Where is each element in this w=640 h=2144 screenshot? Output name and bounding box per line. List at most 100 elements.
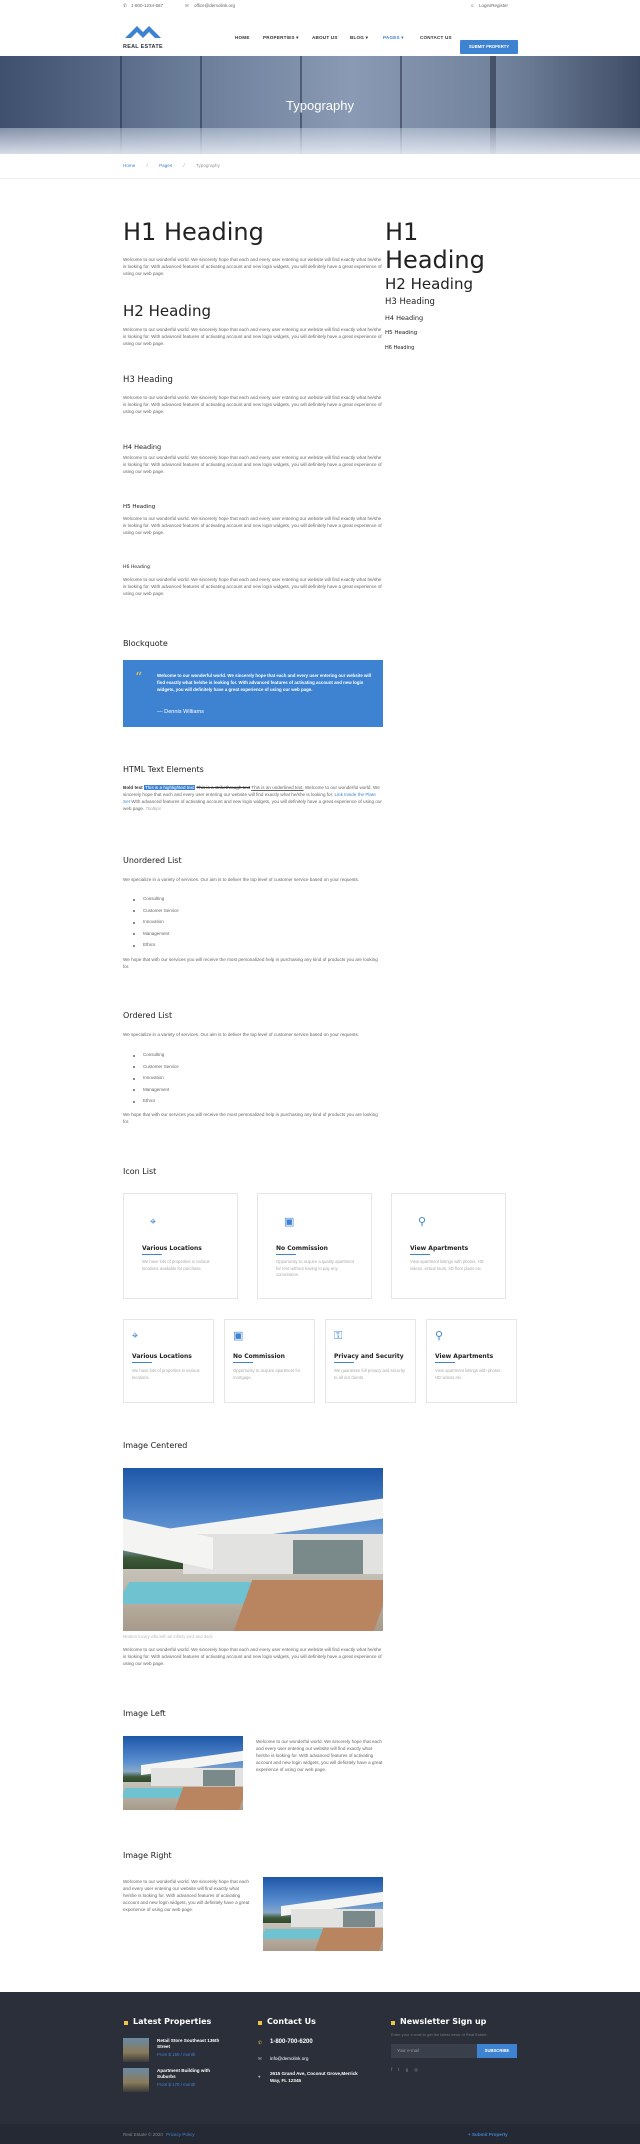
property-name[interactable]: Retail Store Southeast 136th Street xyxy=(157,2038,222,2050)
icon-card[interactable]: ▣ No Commission Opportunity to acquire a… xyxy=(257,1193,372,1299)
instagram-icon[interactable]: ◎ xyxy=(414,2067,424,2072)
card-title: Various Locations xyxy=(142,1245,202,1252)
nav-pages[interactable]: PAGES ▾ xyxy=(383,34,404,41)
quote-text: Welcome to our wonderful world. We since… xyxy=(157,673,372,692)
nav-about[interactable]: ABOUT US xyxy=(312,34,338,41)
newsletter-text: Enter your e-mail to get the latest news… xyxy=(391,2032,488,2037)
search-icon: ⚲ xyxy=(435,1330,444,1342)
newsletter-email-input[interactable]: Your e-mail xyxy=(391,2044,477,2058)
social-icons: ftg◎ xyxy=(391,2066,424,2073)
paragraph: Welcome to our wonderful world. We since… xyxy=(256,1739,383,1772)
map-pin-icon: ⌖ xyxy=(132,1330,139,1342)
page-title: Typography xyxy=(286,98,354,113)
property-thumb[interactable] xyxy=(123,2038,149,2062)
paragraph: Welcome to our wonderful world. We since… xyxy=(123,455,382,474)
icon-card[interactable]: ▣ No Commission Opportunity to acquire a… xyxy=(224,1319,315,1403)
chevron-down-icon: ▾ xyxy=(365,35,369,40)
chevron-down-icon: ▾ xyxy=(296,35,299,40)
list-item: Ethics xyxy=(133,1098,333,1110)
icon-card[interactable]: ⚿ Privacy and Security We guarantee full… xyxy=(325,1319,416,1403)
twitter-icon[interactable]: t xyxy=(398,2067,405,2072)
card-text: View apartment listings with photos, HD … xyxy=(435,1368,502,1380)
footer-title-latest: Latest Properties xyxy=(133,2017,212,2026)
card-title: Privacy and Security xyxy=(334,1353,404,1360)
h3-heading: H3 Heading xyxy=(385,297,435,307)
chevron-down-icon: ▾ xyxy=(401,35,404,40)
card-title: View Apartments xyxy=(410,1245,469,1252)
property-price: From $ 150 / month xyxy=(157,2052,196,2057)
ordered-list: Consulting Customer Service Innovation M… xyxy=(133,1052,333,1110)
icon-card[interactable]: ⌖ Various Locations We have lots of prop… xyxy=(123,1193,238,1299)
h1-heading: H1 Heading xyxy=(123,218,264,246)
html-text-paragraph: Bold text This is a highlighted text Thi… xyxy=(123,784,383,812)
list-item: Management xyxy=(133,931,333,943)
section-title-unordered: Unordered List xyxy=(123,856,182,865)
divider xyxy=(0,178,640,179)
wallet-icon: ▣ xyxy=(284,1216,295,1228)
h3-heading: H3 Heading xyxy=(123,375,173,385)
list-item: Consulting xyxy=(133,896,333,908)
card-text: We have lots of properties in various lo… xyxy=(142,1259,210,1271)
user-icon: ☺ xyxy=(470,3,475,8)
footer-phone[interactable]: 1-800-700-6200 xyxy=(270,2038,313,2047)
list-outro: We hope that with our services you will … xyxy=(123,1112,378,1124)
blockquote: “ Welcome to our wonderful world. We sin… xyxy=(123,660,383,727)
subscribe-button[interactable]: SUBSCRIBE xyxy=(477,2044,517,2058)
paragraph: Welcome to our wonderful world. We since… xyxy=(123,395,382,414)
submit-property-button[interactable]: SUBMIT PROPERTY xyxy=(460,40,518,54)
nav-blog[interactable]: BLOG ▾ xyxy=(350,34,368,41)
logo-text: REAL ESTATE xyxy=(123,43,163,50)
text-span: With advanced features of activating acc… xyxy=(123,799,382,811)
property-price: From $ 170 / month xyxy=(157,2082,196,2087)
card-text: We guarantee full privacy and security t… xyxy=(334,1368,405,1380)
property-name[interactable]: Apartment Building with Suburbs xyxy=(157,2068,222,2080)
section-title-blockquote: Blockquote xyxy=(123,639,168,648)
paragraph: Welcome to our wonderful world. We since… xyxy=(123,577,382,596)
logo[interactable]: REAL ESTATE xyxy=(123,22,163,50)
breadcrumb-pages[interactable]: Pages xyxy=(159,163,172,168)
submit-property-link[interactable]: + Submit Property xyxy=(468,2131,508,2138)
section-title-ordered: Ordered List xyxy=(123,1011,173,1020)
section-title-icon-list: Icon List xyxy=(123,1167,157,1176)
bold-text: Bold text xyxy=(123,785,143,790)
topbar-email[interactable]: office@demolink.org xyxy=(194,3,235,10)
footer-title-newsletter: Newsletter Sign up xyxy=(400,2017,487,2026)
tooltip-text[interactable]: Tooltips xyxy=(145,806,161,811)
topbar-phone[interactable]: 1-800-1234-567 xyxy=(131,3,163,10)
paragraph: Welcome to our wonderful world. We since… xyxy=(123,327,382,346)
google-icon[interactable]: g xyxy=(406,2067,415,2072)
list-outro: We hope that with our services you will … xyxy=(123,957,378,969)
list-item: Consulting xyxy=(133,1052,333,1064)
card-title: No Commission xyxy=(233,1353,285,1360)
top-bar: ✆ 1-800-1234-567 ✉ office@demolink.org ☺… xyxy=(0,0,640,12)
list-item: Innovation xyxy=(133,1075,333,1087)
list-item: Customer Service xyxy=(133,1064,333,1076)
highlighted-text: This is a highlighted text xyxy=(143,785,196,790)
login-link[interactable]: Login/Register xyxy=(479,3,508,10)
villa-image xyxy=(123,1468,383,1631)
breadcrumb-home[interactable]: Home xyxy=(123,163,135,168)
card-text: We have lots of properties in various lo… xyxy=(132,1368,200,1380)
paragraph: Welcome to our wonderful world. We since… xyxy=(123,1879,250,1912)
map-pin-icon: ⌖ xyxy=(258,2074,261,2079)
h2-heading: H2 Heading xyxy=(385,275,474,293)
quote-author: — Dennis Williams xyxy=(157,709,204,715)
mail-icon: ✉ xyxy=(185,3,189,8)
strikethrough-text: This is a strikethrough text xyxy=(196,785,251,790)
footer-email[interactable]: info@demolink.org xyxy=(270,2055,308,2062)
nav-home[interactable]: HOME xyxy=(235,34,250,41)
list-item: Customer Service xyxy=(133,908,333,920)
property-thumb[interactable] xyxy=(123,2068,149,2092)
icon-card[interactable]: ⌖ Various Locations We have lots of prop… xyxy=(123,1319,214,1403)
phone-icon: ✆ xyxy=(258,2040,262,2045)
nav-properties[interactable]: PROPERTIES ▾ xyxy=(263,34,299,41)
map-pin-icon: ⌖ xyxy=(150,1216,157,1228)
section-title-image-right: Image Right xyxy=(123,1851,172,1860)
list-intro: We specialize in a variety of services. … xyxy=(123,877,360,882)
breadcrumb-current: Typography xyxy=(195,163,220,168)
icon-card[interactable]: ⚲ View Apartments View apartment listing… xyxy=(426,1319,517,1403)
privacy-link[interactable]: Privacy Policy xyxy=(166,2131,195,2138)
heading-sidebar: H1 Heading H2 Heading H3 Heading H4 Head… xyxy=(385,218,525,355)
icon-card[interactable]: ⚲ View Apartments View apartment listing… xyxy=(391,1193,506,1299)
nav-contact[interactable]: CONTACT US xyxy=(420,34,452,41)
